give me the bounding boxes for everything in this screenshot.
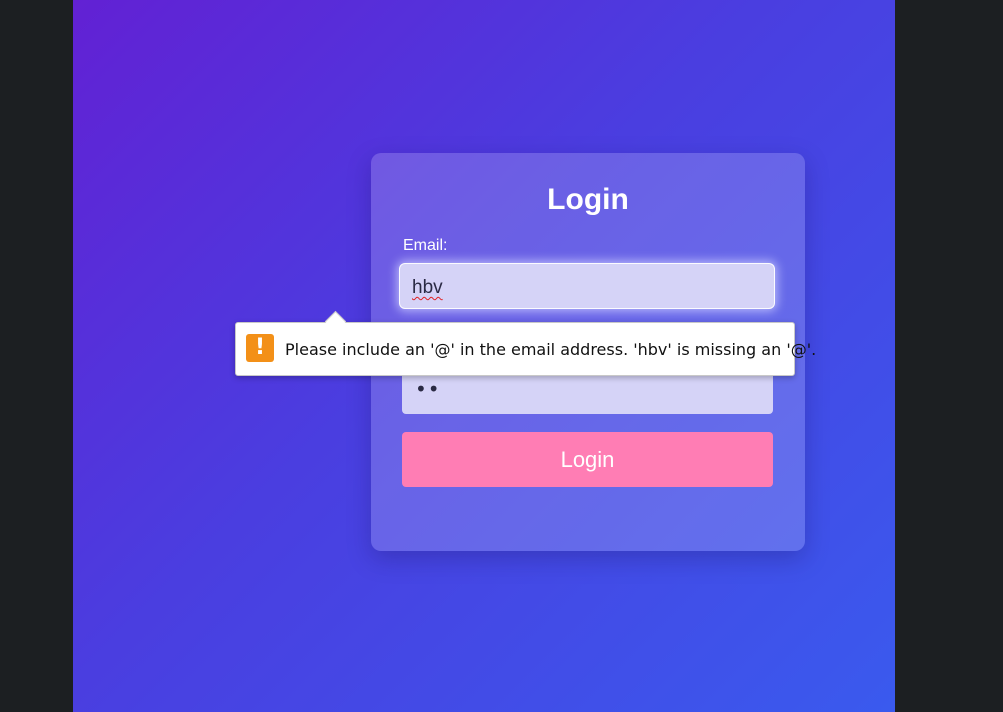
password-field-value: ••	[415, 377, 441, 401]
email-label: Email:	[403, 237, 448, 254]
email-field[interactable]	[399, 263, 775, 309]
warning-icon: !	[246, 334, 274, 362]
email-field-value: hbv	[412, 277, 443, 298]
login-button[interactable]: Login	[402, 432, 773, 487]
validation-message: Please include an '@' in the email addre…	[285, 340, 817, 359]
validation-tooltip: ! Please include an '@' in the email add…	[235, 310, 816, 376]
login-title: Login	[547, 183, 629, 216]
